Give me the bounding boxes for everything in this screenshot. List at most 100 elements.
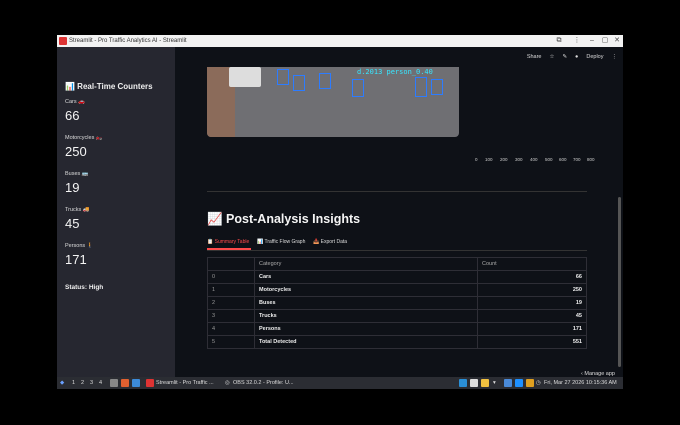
axis-tick-label: 300 (515, 157, 523, 162)
workspace-4[interactable]: 4 (99, 377, 102, 389)
workspace-1[interactable]: 1 (72, 377, 75, 389)
start-menu-icon[interactable]: ◆ (60, 377, 64, 389)
terminal-icon[interactable] (132, 379, 140, 387)
tray-icon[interactable] (459, 379, 467, 387)
minimize-button[interactable]: – (587, 35, 597, 47)
axis-tick-label: 100 (485, 157, 493, 162)
obs-icon: ◎ (225, 380, 230, 386)
workspace-3[interactable]: 3 (90, 377, 93, 389)
task-streamlit[interactable]: Streamlit - Pro Traffic ... (156, 377, 214, 389)
metric-label-persons: Persons 🚶 (65, 243, 94, 249)
table-row: 4 Persons 171 (207, 322, 587, 336)
tray-icon[interactable] (470, 379, 478, 387)
row-index: 5 (207, 335, 255, 349)
metric-label-trucks: Trucks 🚚 (65, 207, 90, 213)
popout-icon[interactable]: ⧉ (554, 35, 564, 47)
github-icon[interactable]: ● (575, 54, 578, 60)
taskbar: ◆ 1 2 3 4 Streamlit - Pro Traffic ... ◎ … (57, 377, 623, 389)
main-content: Share ☆ ✎ ● Deploy ⋮ d.2013 person_0.40 … (175, 47, 623, 377)
axis-tick-label: 400 (530, 157, 538, 162)
active-tab-indicator (207, 248, 251, 250)
table-row: 5 Total Detected 551 (207, 335, 587, 349)
metric-value-motorcycles: 250 (65, 144, 87, 159)
metric-value-trucks: 45 (65, 216, 80, 231)
row-count: 551 (477, 335, 587, 349)
table-header-index (207, 257, 255, 271)
metric-value-buses: 19 (65, 180, 80, 195)
files-icon[interactable] (110, 379, 118, 387)
row-count: 171 (477, 322, 587, 336)
star-icon[interactable]: ☆ (550, 54, 555, 60)
metric-label-cars: Cars 🚗 (65, 99, 85, 105)
summary-table: Category Count 0 Cars 66 1 Motorcycles 2… (207, 257, 587, 349)
row-index: 0 (207, 270, 255, 284)
detection-box (352, 79, 364, 97)
detection-video-frame: d.2013 person_0.40 (207, 67, 459, 137)
tray-icon[interactable] (515, 379, 523, 387)
share-button[interactable]: Share (527, 54, 542, 60)
detection-box (415, 77, 427, 97)
window-title: Streamlit - Pro Traffic Analytics AI - S… (69, 38, 187, 44)
table-header-count[interactable]: Count (477, 257, 587, 271)
scrollbar[interactable] (618, 197, 621, 367)
axis-tick-label: 200 (500, 157, 508, 162)
section-heading: 📈 Post-Analysis Insights (207, 212, 361, 226)
table-row: 1 Motorcycles 250 (207, 283, 587, 297)
maximize-button[interactable]: ▢ (600, 35, 610, 47)
main-menu-icon[interactable]: ⋮ (612, 54, 618, 60)
clock-icon: ◷ (536, 380, 541, 386)
tray-icon[interactable] (504, 379, 512, 387)
wifi-icon[interactable]: ▾ (493, 377, 496, 389)
detection-box (277, 69, 289, 85)
row-category: Total Detected (254, 335, 478, 349)
edit-icon[interactable]: ✎ (562, 54, 567, 60)
row-category: Cars (254, 270, 478, 284)
task-obs[interactable]: OBS 32.0.2 - Profile: U... (233, 377, 294, 389)
metric-label-buses: Buses 🚌 (65, 171, 89, 177)
row-category: Trucks (254, 309, 478, 323)
row-index: 3 (207, 309, 255, 323)
axis-tick-label: 700 (573, 157, 581, 162)
tab-summary-table[interactable]: 📋 Summary Table (207, 239, 249, 245)
table-row: 0 Cars 66 (207, 270, 587, 284)
sidebar: 📊 Real-Time Counters Cars 🚗 66 Motorcycl… (57, 47, 175, 377)
table-row: 3 Trucks 45 (207, 309, 587, 323)
deploy-button[interactable]: Deploy (586, 54, 603, 60)
detection-label-text: d.2013 person_0.40 (357, 68, 433, 76)
taskbar-clock[interactable]: Fri, Mar 27 2026 10:15:36 AM (544, 377, 617, 389)
streamlit-task-icon (146, 379, 154, 387)
detection-box (293, 75, 305, 91)
workspace-2[interactable]: 2 (81, 377, 84, 389)
status-text: Status: High (65, 284, 104, 291)
app-icon (59, 37, 67, 45)
table-header-category[interactable]: Category (254, 257, 478, 271)
tab-traffic-flow-graph[interactable]: 📊 Traffic Flow Graph (257, 239, 305, 245)
metric-value-persons: 171 (65, 252, 87, 267)
row-index: 2 (207, 296, 255, 310)
divider (207, 191, 587, 192)
row-count: 250 (477, 283, 587, 297)
table-row: 2 Buses 19 (207, 296, 587, 310)
row-count: 45 (477, 309, 587, 323)
browser-window: Streamlit - Pro Traffic Analytics AI - S… (57, 35, 623, 377)
tray-icon[interactable] (526, 379, 534, 387)
window-menu-icon[interactable]: ⋮ (572, 35, 582, 47)
tab-bar: 📋 Summary Table 📊 Traffic Flow Graph 📥 E… (207, 236, 587, 251)
detection-box (431, 79, 443, 95)
axis-tick-label: 800 (587, 157, 595, 162)
tray-icon[interactable] (481, 379, 489, 387)
row-category: Motorcycles (254, 283, 478, 297)
metric-label-motorcycles: Motorcycles 🏍️ (65, 135, 103, 141)
metric-value-cars: 66 (65, 108, 80, 123)
title-bar: Streamlit - Pro Traffic Analytics AI - S… (57, 35, 623, 47)
row-category: Persons (254, 322, 478, 336)
row-count: 19 (477, 296, 587, 310)
close-button[interactable]: ✕ (612, 35, 622, 47)
axis-tick-label: 0 (475, 157, 478, 162)
video-car (229, 67, 261, 87)
row-count: 66 (477, 270, 587, 284)
tab-export-data[interactable]: 📥 Export Data (313, 239, 347, 245)
app-toolbar: Share ☆ ✎ ● Deploy ⋮ (527, 51, 617, 63)
axis-tick-label: 500 (545, 157, 553, 162)
firefox-icon[interactable] (121, 379, 129, 387)
